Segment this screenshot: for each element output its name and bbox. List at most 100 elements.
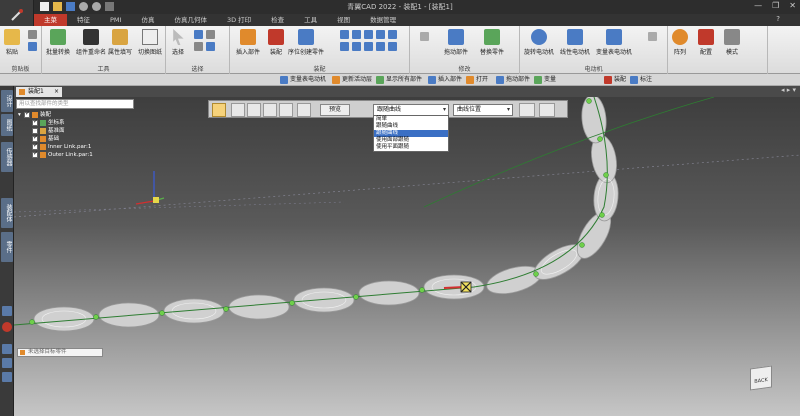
dropdown-option[interactable]: 使用面部跟随 [374, 137, 448, 144]
select-filter-icon[interactable] [194, 30, 203, 39]
tree-row[interactable]: Outer Link.par:1 [16, 150, 136, 159]
origin-marker-icon[interactable] [460, 281, 472, 293]
pattern-button[interactable]: 阵列 [672, 29, 688, 56]
tab-inspect[interactable]: 检查 [261, 14, 294, 26]
assemble-button[interactable]: 装配 [268, 29, 284, 56]
select-all-icon[interactable] [206, 42, 215, 51]
linear-motor-button[interactable]: 线性电动机 [560, 29, 590, 56]
path-relation-icon[interactable] [352, 42, 361, 51]
replace-part-button[interactable]: 替换零件 [480, 29, 504, 56]
cmd-drag-component[interactable]: 拖动部件 [496, 75, 530, 85]
ground-icon[interactable] [388, 42, 397, 51]
preview-button[interactable]: 预览 [320, 104, 350, 116]
customize-icon[interactable] [105, 2, 114, 11]
cmd-variables[interactable]: 变量 [534, 75, 556, 85]
fill-option-icon[interactable] [539, 103, 555, 117]
cmd-insert-component[interactable]: 插入部件 [428, 75, 462, 85]
rename-component-button[interactable]: 组件重命名 [76, 29, 106, 56]
minimize-button[interactable]: — [754, 1, 762, 10]
cut-icon[interactable] [28, 30, 37, 39]
reverse-direction-icon[interactable] [279, 103, 293, 117]
layers-icon[interactable] [2, 344, 12, 354]
cmd-show-all-parts[interactable]: 显示所有部件 [376, 75, 422, 85]
offset-icon[interactable] [364, 30, 373, 39]
table-motor-button[interactable]: 变量表电动机 [596, 29, 632, 56]
paste-button[interactable]: 粘贴 [4, 29, 20, 56]
help-icon[interactable] [2, 322, 12, 332]
select-start-icon[interactable] [263, 103, 277, 117]
tab-home[interactable]: 主菜 [34, 14, 67, 26]
settings-icon[interactable] [2, 372, 12, 382]
tree-checkbox[interactable] [32, 150, 38, 158]
undo-icon[interactable] [79, 2, 88, 11]
switch-drawing-button[interactable]: 切换图纸 [138, 29, 162, 56]
copy-icon[interactable] [28, 42, 37, 51]
close-button[interactable]: ✕ [789, 1, 796, 10]
configuration-button[interactable]: 配置 [698, 29, 714, 56]
move-component-icon[interactable] [420, 32, 429, 41]
cam-icon[interactable] [364, 42, 373, 51]
drag-component-button[interactable]: 拖动部件 [444, 29, 468, 56]
tree-row[interactable]: 坐标系 [16, 118, 136, 127]
tab-pmi[interactable]: PMI [100, 14, 131, 26]
cmd-open[interactable]: 打开 [466, 75, 488, 85]
dropdown-option[interactable]: 使用平面跟随 [374, 144, 448, 151]
tab-sim-geometry[interactable]: 仿真几何体 [164, 14, 217, 26]
rotary-motor-button[interactable]: 旋转电动机 [524, 29, 554, 56]
sidebar-tab-drawing[interactable]: 图纸 [1, 114, 13, 136]
tab-view[interactable]: 视图 [327, 14, 360, 26]
sidebar-tab-assembly[interactable]: 装配体 [1, 198, 13, 228]
select-button[interactable]: 选择 [170, 29, 186, 56]
open-file-icon[interactable] [53, 2, 62, 11]
select-box-icon[interactable] [206, 30, 215, 39]
angle-icon[interactable] [376, 30, 385, 39]
insert-component-button[interactable]: 插入部件 [236, 29, 260, 56]
dropdown-option[interactable]: 跟随曲线 [374, 123, 448, 130]
3d-viewport[interactable]: 用以查找部件的类型 ▾ 装配 坐标系 基准面 基础 Inner Link.par… [14, 97, 800, 416]
view-cube[interactable]: BACK [750, 365, 772, 391]
batch-convert-button[interactable]: 批量转换 [46, 29, 70, 56]
save-icon[interactable] [66, 2, 75, 11]
document-close-icon[interactable]: × [54, 87, 59, 97]
path-step-icon[interactable] [212, 103, 226, 117]
curve-position-select[interactable]: 曲线位置 ▾ [453, 104, 513, 116]
select-curve-icon[interactable] [247, 103, 261, 117]
cmd-table-motor[interactable]: 变量表电动机 [280, 75, 326, 85]
select-part-icon[interactable] [231, 103, 245, 117]
align-icon[interactable] [352, 30, 361, 39]
dropdown-option[interactable]: 简单 [374, 116, 448, 123]
help-button[interactable]: ? [776, 15, 780, 23]
gear-relation-icon[interactable] [340, 42, 349, 51]
tab-3d-print[interactable]: 3D 打印 [217, 14, 261, 26]
fill-attributes-button[interactable]: 属性填写 [108, 29, 132, 56]
spacing-option-icon[interactable] [519, 103, 535, 117]
maximize-button[interactable]: ❐ [772, 1, 779, 10]
count-icon[interactable] [297, 103, 311, 117]
tab-simulation[interactable]: 仿真 [131, 14, 164, 26]
sidebar-tab-sensor[interactable]: 传感器 [1, 142, 13, 172]
tangent-icon[interactable] [388, 30, 397, 39]
cmd-assemble[interactable]: 装配 [604, 75, 626, 85]
tree-checkbox[interactable] [24, 110, 30, 118]
expand-icon[interactable]: ▾ [18, 111, 21, 119]
in-place-create-button[interactable]: 序位创建零件 [288, 29, 324, 56]
select-lasso-icon[interactable] [194, 42, 203, 51]
tree-search-input[interactable]: 用以查找部件的类型 [16, 99, 134, 109]
tab-tools[interactable]: 工具 [294, 14, 327, 26]
redo-icon[interactable] [92, 2, 101, 11]
tab-features[interactable]: 特征 [67, 14, 100, 26]
new-file-icon[interactable] [40, 2, 49, 11]
motor-extra-icon[interactable] [648, 32, 657, 41]
document-tab[interactable]: 装配1 × [16, 87, 62, 97]
tab-scroll-controls[interactable]: ◂ ▸ ▾ [781, 86, 796, 94]
sidebar-tab-design[interactable]: 设计 [1, 90, 13, 112]
tab-data-management[interactable]: 数据管理 [360, 14, 406, 26]
grid-icon[interactable] [2, 358, 12, 368]
rigid-icon[interactable] [376, 42, 385, 51]
mode-button[interactable]: 模式 [724, 29, 740, 56]
dropdown-option-selected[interactable]: 跟随曲线 [374, 130, 448, 137]
cmd-dimension[interactable]: 标注 [630, 75, 652, 85]
cmd-update-active-layer[interactable]: 更新活动层 [332, 75, 372, 85]
wrench-icon[interactable] [2, 306, 12, 316]
tree-checkbox[interactable] [32, 118, 38, 126]
